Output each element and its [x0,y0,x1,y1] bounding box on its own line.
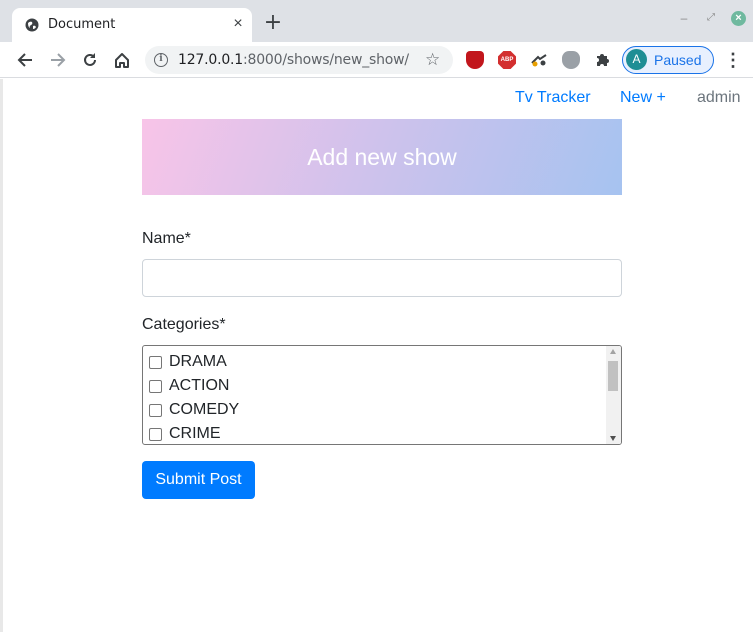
minimize-icon[interactable]: – [678,12,690,24]
back-arrow-icon[interactable] [14,49,36,71]
kebab-menu-icon[interactable]: ⋮ [724,50,742,70]
categories-scrollbar[interactable] [606,346,621,444]
page-title: Add new show [307,143,457,170]
address-bar[interactable]: i 127.0.0.1:8000/shows/new_show/ ☆ [145,46,453,74]
name-label: Name* [142,230,191,247]
browser-tab[interactable]: Document × [12,8,252,42]
nav-user[interactable]: admin [697,89,741,107]
page-banner: Add new show [142,119,622,195]
tab-title: Document [48,17,116,32]
scroll-up-arrow-icon[interactable] [610,349,616,354]
category-item[interactable]: ACTION [149,376,229,396]
profile-status: Paused [654,52,702,68]
category-checkbox[interactable] [149,403,162,417]
browser-toolbar: i 127.0.0.1:8000/shows/new_show/ ☆ ABP A… [0,42,753,78]
category-checkbox[interactable] [149,355,162,369]
scroll-down-arrow-icon[interactable] [610,436,616,441]
forward-arrow-icon[interactable] [47,49,69,71]
extension-icon[interactable] [530,51,548,69]
category-label: DRAMA [169,353,227,370]
category-item[interactable]: DRAMA [149,352,227,372]
category-checkbox[interactable] [149,379,162,393]
category-label: ACTION [169,377,230,394]
reload-icon[interactable] [79,49,101,71]
submit-post-button[interactable]: Submit Post [142,461,255,499]
category-checkbox[interactable] [149,427,162,441]
tab-close-icon[interactable]: × [230,16,246,32]
ublock-extension-icon[interactable] [466,51,484,69]
globe-icon [25,18,39,32]
name-input[interactable] [142,259,622,297]
window-close-icon[interactable]: × [731,11,746,26]
category-item[interactable]: COMEDY [149,400,239,420]
site-info-icon[interactable]: i [154,53,168,67]
maximize-icon[interactable]: ⤢ [705,12,717,24]
home-icon[interactable] [111,49,133,71]
nav-brand-link[interactable]: Tv Tracker [515,89,591,107]
categories-list[interactable]: DRAMA ACTION COMEDY CRIME [142,345,622,445]
nav-new-link[interactable]: New + [620,89,666,107]
category-label: COMEDY [169,401,240,418]
categories-label: Categories* [142,316,226,333]
new-tab-button[interactable]: + [262,12,284,34]
category-item[interactable]: CRIME [149,424,221,444]
profile-button[interactable]: A Paused [622,46,714,74]
bookmark-star-icon[interactable]: ☆ [425,50,440,70]
ghost-extension-icon[interactable] [562,51,580,69]
url-text: 127.0.0.1:8000/shows/new_show/ [178,52,409,68]
category-label: CRIME [169,425,221,442]
tab-strip: Document × + – ⤢ × [0,0,753,42]
page-content: Tv Tracker New + admin Add new show Name… [0,79,753,632]
scroll-thumb[interactable] [608,361,618,391]
adblock-plus-extension-icon[interactable]: ABP [498,51,516,69]
avatar: A [626,49,647,70]
puzzle-icon[interactable] [594,50,612,68]
